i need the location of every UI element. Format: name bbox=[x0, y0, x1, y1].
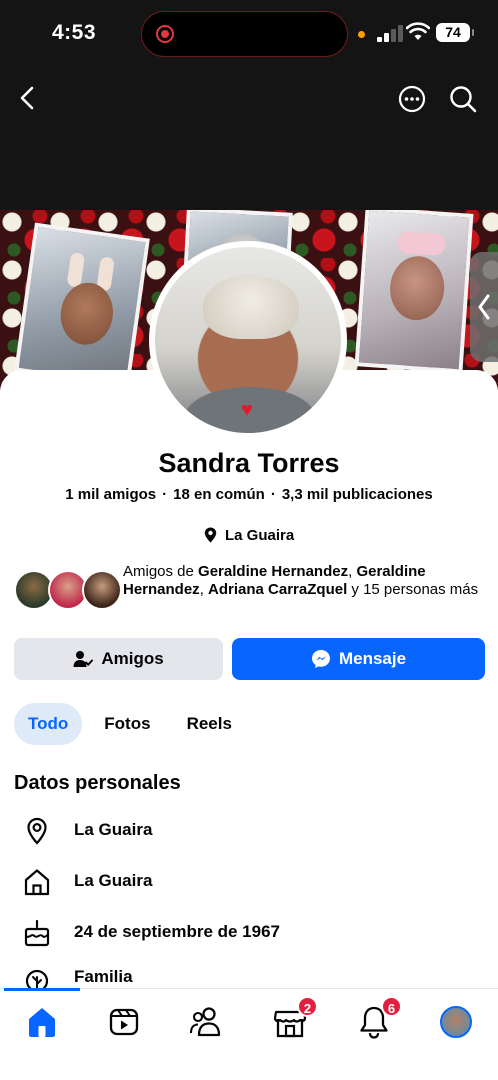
info-row-birthday: 24 de septiembre de 1967 bbox=[0, 912, 498, 952]
avatar bbox=[440, 1006, 472, 1038]
posts-count: 3,3 mil publicaciones bbox=[281, 486, 433, 503]
cellular-signal-icon bbox=[377, 24, 405, 42]
wifi-icon bbox=[406, 22, 430, 40]
profile-tab[interactable] bbox=[436, 1002, 476, 1042]
profile-stats: 1 mil amigos · 18 en común · 3,3 mil publica… bbox=[65, 486, 433, 503]
search-icon[interactable] bbox=[448, 84, 478, 114]
active-tab-indicator bbox=[4, 988, 80, 991]
bottom-tab-bar: 2 6 bbox=[0, 990, 498, 1080]
mutual-friends-text: Amigos de Geraldine Hernandez, Geraldine… bbox=[123, 563, 479, 598]
notifications-badge: 6 bbox=[381, 996, 402, 1017]
video-icon[interactable] bbox=[104, 1002, 144, 1042]
message-button-label: Mensaje bbox=[338, 649, 407, 668]
friends-count[interactable]: 1 mil amigos bbox=[65, 486, 156, 503]
heart-icon: ♥ bbox=[241, 399, 253, 421]
location-pin-icon bbox=[27, 817, 47, 845]
screen-recording-icon bbox=[156, 25, 174, 43]
status-time: 4:53 bbox=[52, 21, 97, 44]
mutual-count[interactable]: 18 en común bbox=[173, 486, 265, 503]
dynamic-island bbox=[141, 11, 348, 57]
profile-location: La Guaira bbox=[0, 527, 498, 544]
cover-photo-card bbox=[354, 210, 474, 374]
avatar: ♥ bbox=[155, 247, 341, 433]
friends-button-label: Amigos bbox=[101, 649, 164, 668]
home-icon[interactable] bbox=[22, 1002, 62, 1042]
home-icon bbox=[24, 869, 50, 896]
info-row-location: La Guaira bbox=[0, 810, 498, 850]
chevron-left-icon[interactable] bbox=[12, 82, 44, 114]
cover-next-button[interactable] bbox=[470, 252, 498, 362]
battery-indicator: 74 bbox=[436, 23, 474, 42]
info-text: La Guaira bbox=[74, 871, 153, 890]
message-button[interactable]: Mensaje bbox=[232, 638, 485, 680]
avatar bbox=[82, 570, 122, 610]
personal-info-title: Datos personales bbox=[14, 772, 181, 794]
marketplace-tab[interactable]: 2 bbox=[270, 996, 318, 1042]
mutual-friends-avatars bbox=[14, 570, 122, 610]
profile-tabs: Todo Fotos Reels bbox=[14, 703, 246, 745]
info-row-home: La Guaira bbox=[0, 861, 498, 901]
status-bar: 4:53 74 bbox=[0, 0, 498, 66]
tab-reels[interactable]: Reels bbox=[173, 703, 246, 745]
info-text: Familia bbox=[74, 967, 133, 986]
more-horizontal-icon[interactable] bbox=[397, 84, 427, 114]
mic-indicator-icon bbox=[358, 31, 365, 38]
tab-fotos[interactable]: Fotos bbox=[90, 703, 164, 745]
profile-picture[interactable]: ♥ bbox=[149, 241, 347, 439]
notifications-tab[interactable]: 6 bbox=[354, 996, 402, 1042]
location-text: La Guaira bbox=[224, 527, 295, 544]
messenger-icon bbox=[311, 650, 330, 668]
chevron-left-icon bbox=[478, 294, 490, 320]
info-text: La Guaira bbox=[74, 820, 153, 839]
friends-button[interactable]: Amigos bbox=[14, 638, 223, 680]
birthday-cake-icon bbox=[24, 919, 50, 947]
friend-check-icon bbox=[73, 651, 94, 667]
friends-icon[interactable] bbox=[187, 1002, 227, 1042]
tab-todo[interactable]: Todo bbox=[14, 703, 83, 745]
profile-name: Sandra Torres bbox=[158, 448, 340, 478]
mutual-friends[interactable]: Amigos de Geraldine Hernandez, Geraldine… bbox=[14, 563, 484, 619]
cover-photo-card bbox=[14, 222, 150, 388]
marketplace-badge: 2 bbox=[297, 996, 318, 1017]
location-pin-icon bbox=[204, 527, 217, 543]
info-text: 24 de septiembre de 1967 bbox=[74, 922, 281, 941]
